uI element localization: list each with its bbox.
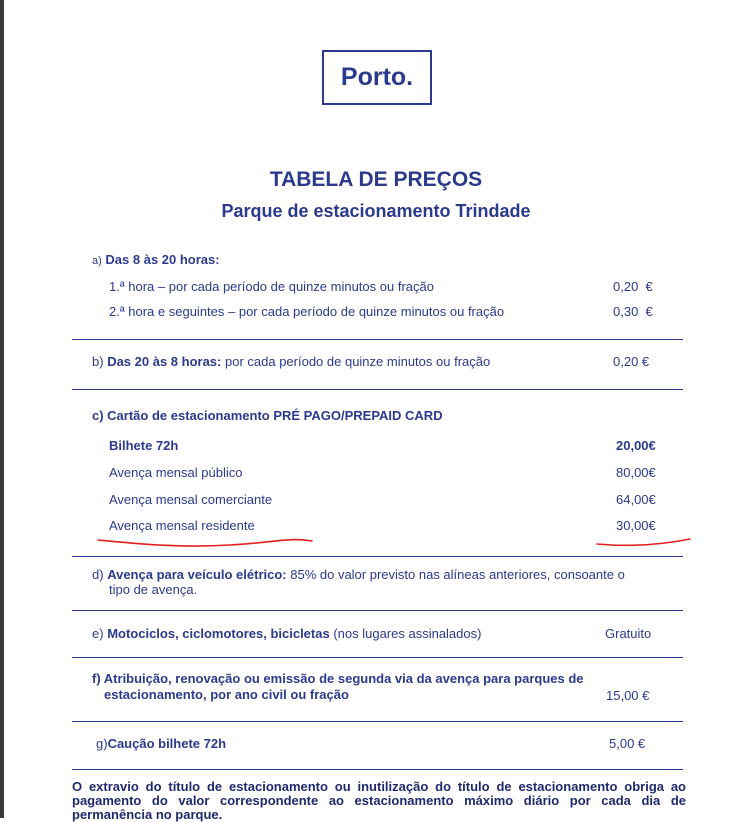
section-c-row-3-label: Avença mensal comerciante [109,492,273,507]
section-c-row-4-price: 30,00€ [616,518,656,533]
section-a-heading: a) Das 8 às 20 horas: [92,252,220,267]
section-b-title: Das 20 às 8 horas: [107,354,222,369]
page-title: TABELA DE PREÇOS [269,168,483,191]
page-left-border [0,0,4,818]
section-f-line-2: estacionamento, por ano civil ou fração [104,687,349,702]
section-a-row-2-price: 0,30 € [613,304,653,319]
divider [72,657,683,658]
section-g-price: 5,00 € [609,736,646,751]
section-c-row-1-label: Bilhete 72h [109,438,179,453]
section-c-heading: c) Cartão de estacionamento PRÉ PAGO/PRE… [92,408,443,423]
section-a-row-2-label: 2.ª hora e seguintes – por cada período … [109,304,505,319]
section-e-text: (nos lugares assinalados) [329,626,482,641]
section-b-letter: b) [92,354,104,369]
divider [72,721,683,722]
divider [72,556,683,557]
section-g-letter: g) [96,736,108,751]
divider [72,339,683,340]
section-g-line: g)Caução bilhete 72h [96,736,226,751]
divider [72,769,683,770]
section-c-row-4-label: Avença mensal residente [109,518,255,533]
section-c-row-1-price: 20,00€ [616,438,656,453]
section-c-row-3-price: 64,00€ [616,492,656,507]
section-c-row-2-label: Avença mensal público [109,465,243,480]
section-g-title: Caução bilhete 72h [107,736,227,751]
footer-notice: O extravio do título de estacionamento o… [72,779,686,822]
red-underline-price [596,538,691,547]
section-b-text: por cada período de quinze minutos ou fr… [221,354,491,369]
section-f-line-1: f) Atribuição, renovação ou emissão de s… [92,671,584,686]
section-a-row-1-price: 0,20 € [613,279,653,294]
section-d-line-2: tipo de avença. [109,582,198,597]
section-b-line: b) Das 20 às 8 horas: por cada período d… [92,354,490,369]
section-f-price: 15,00 € [606,688,650,703]
section-e-price: Gratuito [605,626,652,641]
section-a-title: Das 8 às 20 horas: [105,252,220,267]
section-d-line-1: d) Avença para veículo elétrico: 85% do … [92,567,625,582]
section-e-line: e) Motociclos, ciclomotores, bicicletas … [92,626,481,641]
section-d-text: 85% do valor previsto nas alíneas anteri… [286,567,625,582]
section-e-letter: e) [92,626,104,641]
porto-logo: Porto. [322,50,432,105]
divider [72,389,683,390]
red-underline-label [97,538,313,547]
section-e-title: Motociclos, ciclomotores, bicicletas [107,626,330,641]
section-d-title: Avença para veículo elétrico: [107,567,287,582]
divider [72,610,683,611]
section-a-row-1-label: 1.ª hora – por cada período de quinze mi… [109,279,434,294]
section-a-letter: a) [92,255,102,267]
section-c-row-2-price: 80,00€ [616,465,656,480]
page-subtitle: Parque de estacionamento Trindade [221,201,531,221]
section-b-price: 0,20 € [613,354,650,369]
section-d-letter: d) [92,567,104,582]
